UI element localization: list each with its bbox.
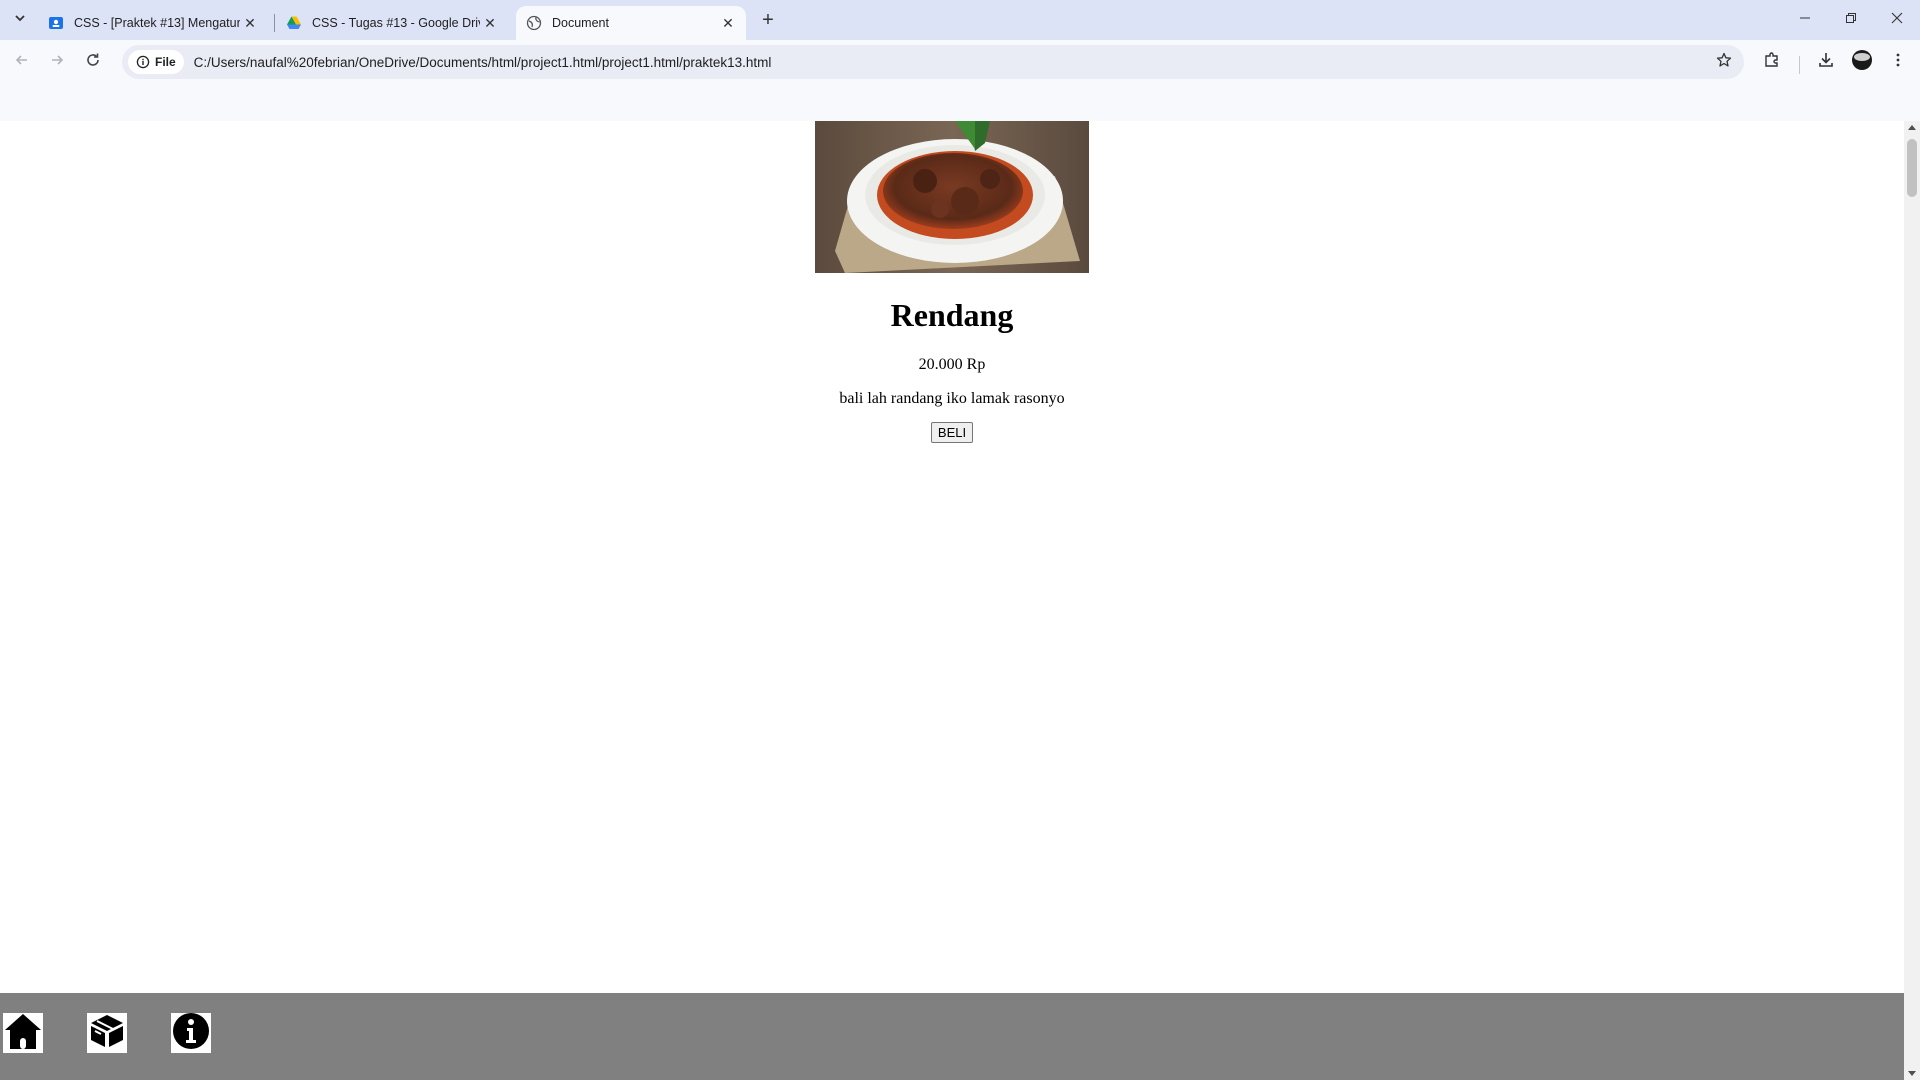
close-tab-icon[interactable]: ✕	[480, 13, 500, 33]
back-arrow-icon	[14, 52, 30, 73]
tab-classroom[interactable]: CSS - [Praktek #13] Mengatur p ✕	[38, 6, 268, 40]
product-description: bali lah randang iko lamak rasonyo	[839, 390, 1065, 407]
tab-title: CSS - [Praktek #13] Mengatur p	[74, 16, 240, 30]
tab-strip: CSS - [Praktek #13] Mengatur p ✕ CSS - T…	[0, 0, 1920, 40]
star-icon	[1716, 52, 1732, 73]
page-viewport: Rendang 20.000 Rp bali lah randang iko l…	[0, 121, 1904, 1080]
site-info-chip[interactable]: File	[128, 50, 184, 74]
footer-nav	[0, 993, 1904, 1080]
product-image	[815, 121, 1089, 273]
toolbar-separator	[1799, 56, 1800, 74]
reload-button[interactable]	[79, 48, 107, 76]
close-tab-icon[interactable]: ✕	[718, 13, 738, 33]
tab-google-drive[interactable]: CSS - Tugas #13 - Google Drive ✕	[276, 6, 508, 40]
back-button[interactable]	[8, 48, 36, 76]
product-card: Rendang 20.000 Rp bali lah randang iko l…	[0, 121, 1904, 443]
browser-toolbar: File C:/Users/naufal%20febrian/OneDrive/…	[0, 40, 1920, 127]
restore-icon	[1845, 11, 1857, 29]
download-icon	[1817, 51, 1835, 74]
forward-arrow-icon	[49, 52, 65, 73]
close-window-button[interactable]	[1874, 0, 1920, 40]
classroom-icon	[48, 15, 64, 31]
tab-document[interactable]: Document ✕	[516, 6, 746, 40]
url-text[interactable]: C:/Users/naufal%20febrian/OneDrive/Docum…	[194, 55, 772, 70]
product-title: Rendang	[890, 297, 1014, 333]
footer-products-button[interactable]	[87, 1013, 127, 1053]
reload-icon	[85, 52, 101, 73]
close-tab-icon[interactable]: ✕	[240, 13, 260, 33]
footer-home-button[interactable]	[3, 1013, 43, 1053]
menu-button[interactable]	[1884, 48, 1912, 76]
downloads-button[interactable]	[1812, 48, 1840, 76]
info-icon	[171, 1011, 211, 1056]
scroll-down-arrow-icon[interactable]	[1908, 1071, 1916, 1076]
site-info-label: File	[155, 55, 176, 69]
more-vertical-icon	[1890, 52, 1906, 73]
tab-title: Document	[552, 16, 609, 30]
extensions-button[interactable]	[1758, 48, 1786, 76]
puzzle-icon	[1763, 51, 1781, 74]
globe-icon	[526, 15, 542, 31]
page-scrollbar[interactable]	[1904, 121, 1920, 1080]
profile-button[interactable]	[1848, 48, 1876, 76]
info-circle-icon	[136, 55, 150, 69]
product-price: 20.000 Rp	[918, 356, 986, 373]
buy-button[interactable]: BELI	[930, 422, 974, 443]
chevron-down-icon	[14, 11, 26, 29]
avatar	[1851, 49, 1873, 76]
google-drive-icon	[286, 15, 302, 31]
minimize-button[interactable]	[1782, 0, 1828, 40]
footer-info-button[interactable]	[171, 1011, 211, 1056]
tab-separator	[274, 14, 275, 32]
scroll-thumb[interactable]	[1907, 139, 1917, 197]
home-icon	[3, 1011, 43, 1056]
forward-button[interactable]	[43, 48, 71, 76]
address-bar[interactable]: File C:/Users/naufal%20febrian/OneDrive/…	[122, 45, 1744, 79]
bookmark-button[interactable]	[1712, 50, 1736, 74]
minimize-icon	[1799, 11, 1811, 29]
box-icon	[87, 1011, 127, 1056]
scroll-up-arrow-icon[interactable]	[1908, 125, 1916, 130]
plus-icon: +	[762, 8, 774, 31]
tab-search-button[interactable]	[8, 8, 32, 32]
restore-button[interactable]	[1828, 0, 1874, 40]
close-icon	[1891, 11, 1903, 29]
new-tab-button[interactable]: +	[756, 8, 780, 32]
tab-title: CSS - Tugas #13 - Google Drive	[312, 16, 480, 30]
